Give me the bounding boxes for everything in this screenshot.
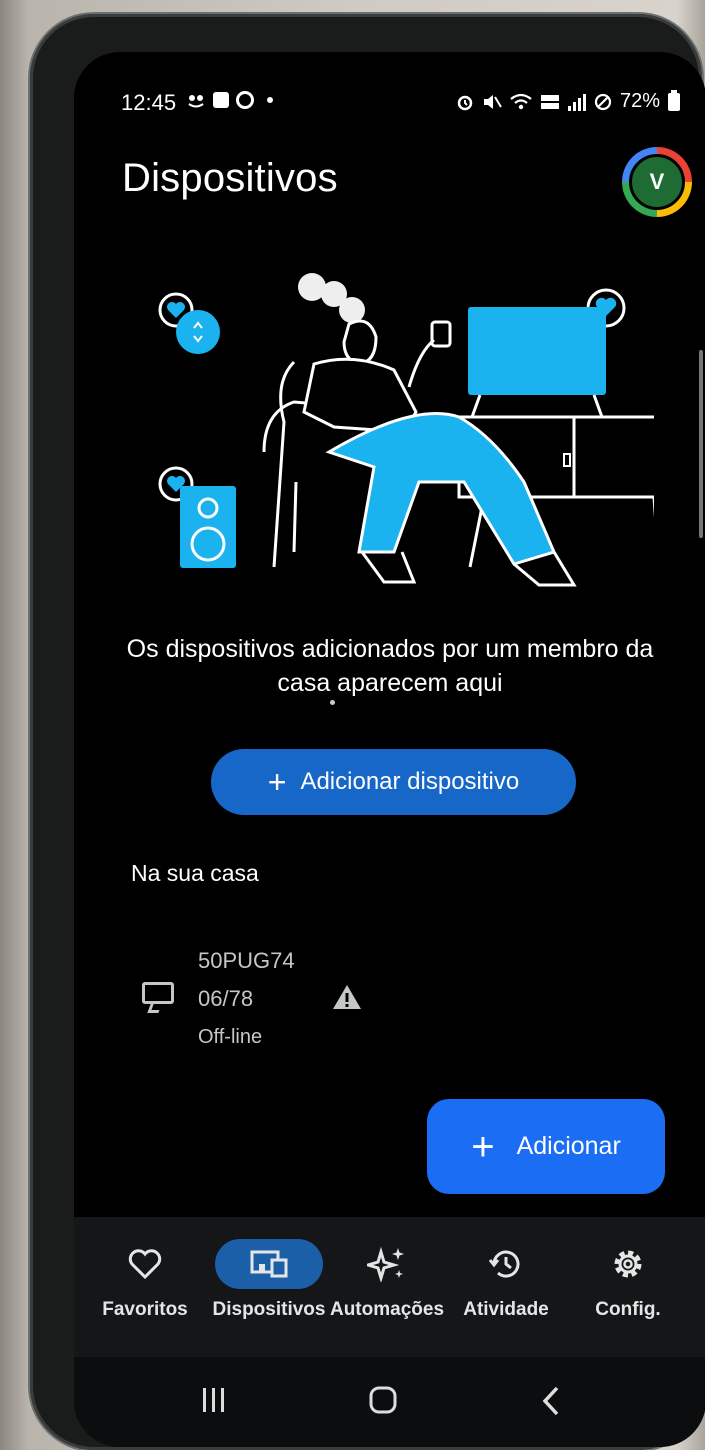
nav-label: Dispositivos bbox=[212, 1299, 326, 1320]
device-info: 50PUG74 06/78 Off-line bbox=[198, 942, 295, 1056]
sparkle-icon bbox=[333, 1239, 441, 1289]
blocked-icon bbox=[594, 93, 612, 110]
nav-item-config[interactable]: Config. bbox=[576, 1217, 680, 1357]
add-device-label: Adicionar dispositivo bbox=[300, 768, 520, 795]
device-name-line1: 50PUG74 bbox=[198, 948, 295, 973]
back-icon[interactable] bbox=[540, 1385, 562, 1417]
scrollbar[interactable] bbox=[699, 350, 703, 538]
nav-item-atividade[interactable]: Atividade bbox=[456, 1217, 556, 1357]
plus-icon: + bbox=[267, 764, 287, 800]
nav-label: Favoritos bbox=[102, 1299, 188, 1320]
account-avatar[interactable]: V bbox=[622, 147, 692, 217]
nav-item-automacoes[interactable]: Automações bbox=[328, 1217, 446, 1357]
avatar-initial[interactable]: V bbox=[629, 154, 685, 210]
page-indicator-dot bbox=[330, 700, 335, 705]
plus-icon: + bbox=[471, 1124, 495, 1169]
device-name-line2: 06/78 bbox=[198, 986, 254, 1011]
fab-label: Adicionar bbox=[516, 1132, 621, 1160]
system-navigation-bar bbox=[74, 1357, 705, 1447]
screen: 12:45 72% Dispositivos V Os dispositivos… bbox=[74, 52, 705, 1447]
devices-icon bbox=[215, 1239, 323, 1289]
wifi-icon bbox=[510, 93, 532, 109]
device-tile[interactable]: 50PUG74 06/78 Off-line bbox=[134, 942, 454, 1052]
empty-state-illustration bbox=[158, 273, 654, 587]
mute-icon bbox=[483, 94, 502, 109]
bot-icon bbox=[188, 95, 204, 108]
bottom-navigation: Favoritos Dispositivos Automações Ativid… bbox=[74, 1217, 705, 1357]
home-section-title: Na sua casa bbox=[131, 860, 259, 886]
volte-icon bbox=[540, 94, 559, 109]
page-title: Dispositivos bbox=[122, 156, 338, 200]
device-status: Off-line bbox=[198, 1026, 263, 1048]
recent-apps-icon[interactable] bbox=[200, 1387, 228, 1413]
history-icon bbox=[452, 1239, 560, 1289]
nav-label: Automações bbox=[329, 1299, 445, 1320]
nav-item-favoritos[interactable]: Favoritos bbox=[92, 1217, 198, 1357]
status-time: 12:45 bbox=[121, 90, 177, 115]
nav-label: Atividade bbox=[463, 1299, 549, 1320]
signal-icon bbox=[567, 93, 586, 111]
notification-icons bbox=[186, 91, 273, 109]
gear-icon bbox=[574, 1239, 682, 1289]
nav-label: Config. bbox=[595, 1299, 661, 1320]
status-bar: 12:45 72% bbox=[74, 52, 705, 162]
battery-icon bbox=[668, 89, 680, 111]
add-fab-button[interactable]: + Adicionar bbox=[427, 1099, 665, 1194]
calendar-icon bbox=[213, 92, 229, 108]
settings-notif-icon bbox=[236, 91, 254, 109]
system-icons: 72% bbox=[456, 89, 680, 113]
empty-state-message: Os dispositivos adicionados por um membr… bbox=[126, 635, 654, 697]
more-notif-dot bbox=[267, 97, 273, 103]
phone-frame: 12:45 72% Dispositivos V Os dispositivos… bbox=[30, 14, 705, 1450]
alarm-icon bbox=[457, 95, 473, 110]
warning-icon bbox=[333, 985, 361, 1009]
heart-icon bbox=[91, 1239, 199, 1289]
battery-percent: 72% bbox=[619, 90, 660, 112]
add-device-button[interactable]: + Adicionar dispositivo bbox=[211, 749, 576, 815]
nav-item-dispositivos[interactable]: Dispositivos bbox=[211, 1217, 327, 1357]
home-icon[interactable] bbox=[368, 1385, 398, 1415]
tv-icon bbox=[142, 982, 174, 1004]
